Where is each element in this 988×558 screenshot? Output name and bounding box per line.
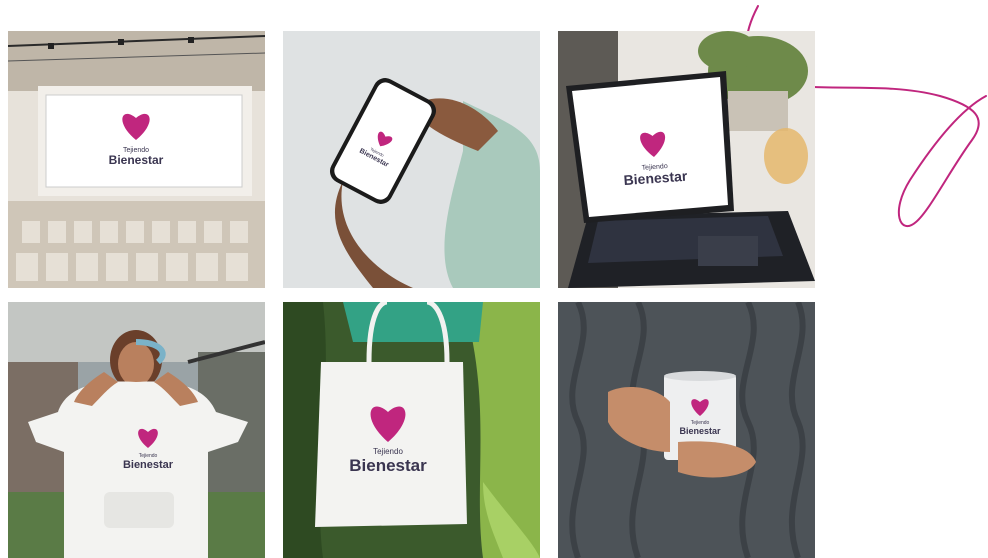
smartphone-image: Tejiendo Bienestar [283,31,540,288]
brand-line1: Tejiendo [373,447,403,456]
laptop-image: Tejiendo Bienestar [558,31,815,288]
brand-line2: Bienestar [679,426,721,436]
smartphone-mockup: Tejiendo Bienestar [283,31,540,288]
tote-bag-image: Tejiendo Bienestar [283,302,540,558]
hoodie-mockup: Tejiendo Bienestar [8,302,265,558]
brand-line2: Bienestar [109,153,164,167]
auditorium-image: Tejiendo Bienestar [8,31,265,288]
mug-mockup: Tejiendo Bienestar [558,302,815,558]
hoodie-image: Tejiendo Bienestar [8,302,265,558]
brand-line2: Bienestar [123,459,174,471]
auditorium-mockup: Tejiendo Bienestar [8,31,265,288]
brand-line2: Bienestar [349,456,427,475]
tote-bag-mockup: Tejiendo Bienestar [283,302,540,558]
laptop-mockup: Tejiendo Bienestar [558,31,815,288]
mug-image: Tejiendo Bienestar [558,302,815,558]
